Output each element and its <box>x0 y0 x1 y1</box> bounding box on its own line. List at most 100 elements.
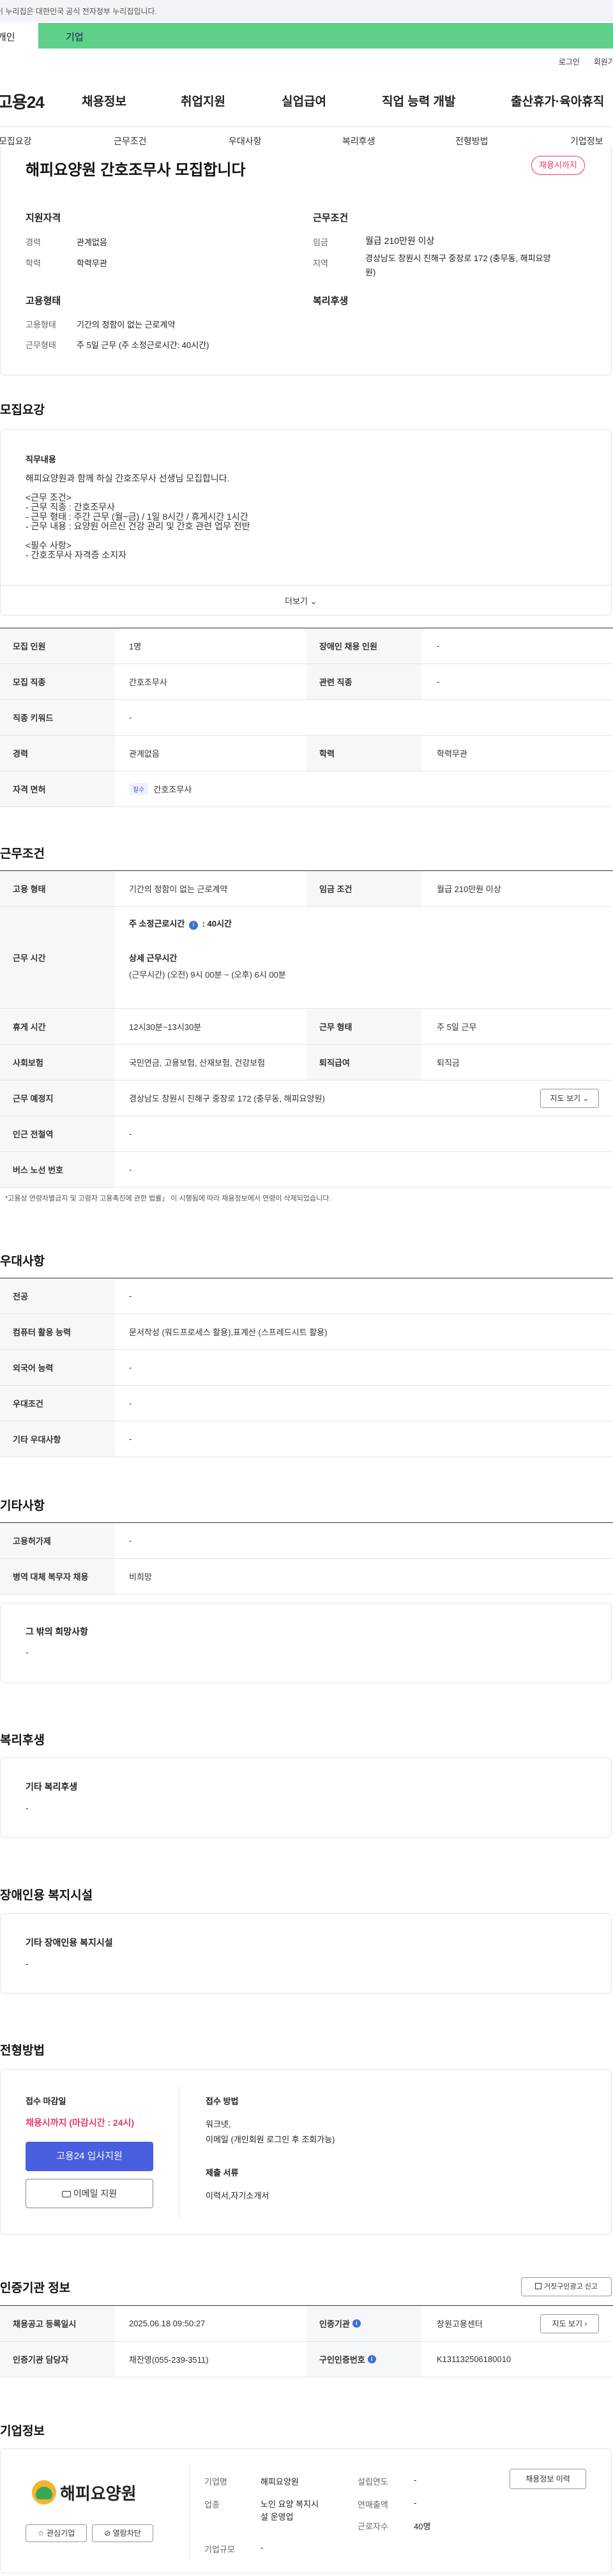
mail-icon <box>61 2191 71 2197</box>
company-founded-value: - <box>414 2475 417 2485</box>
cond-subway-value: - <box>129 1129 132 1139</box>
recruit-edu-value: 학력무관 <box>437 749 467 759</box>
wish-title: 그 밖의 희망사항 <box>26 1626 88 1637</box>
tab-personal[interactable]: 개인 <box>0 23 38 49</box>
anchor-selection[interactable]: 전형방법 <box>455 135 488 148</box>
prefer-major-value: - <box>129 1291 132 1301</box>
summary-career-label: 경력 <box>26 238 41 247</box>
gnb-item-unemployment-benefit[interactable]: 실업급여 <box>282 92 326 109</box>
table-row: 휴게 시간 12시30분~13시30분 근무 형태 주 5일 근무 <box>0 1009 613 1045</box>
deadline-title: 접수 마감일 <box>26 2096 66 2106</box>
anchor-recruit[interactable]: 모집요강 <box>0 135 32 148</box>
company-sales-label: 연매출액 <box>358 2500 388 2510</box>
cond-time-header: 근무 시간 <box>0 907 115 1008</box>
info-icon[interactable]: i <box>188 921 198 930</box>
gnb-item-parental-leave[interactable]: 출산휴가·육아휴직 <box>511 92 604 109</box>
info-icon[interactable]: i <box>352 2319 361 2328</box>
table-row: 전공 - <box>0 1278 613 1314</box>
prefer-etc-value: - <box>129 1434 132 1444</box>
anchor-welfare[interactable]: 복리후생 <box>342 135 375 148</box>
company-logo: 해피요양원 <box>32 2476 147 2508</box>
company-biz-label: 업종 <box>204 2500 220 2510</box>
agency-org-header: 인증기관 i <box>306 2306 421 2341</box>
summary-edu-label: 학력 <box>26 259 41 268</box>
false-ad-report-button[interactable]: 거짓구인광고 신고 <box>521 2277 612 2296</box>
agency-manager-value: 채잔영(055-239-3511) <box>129 2355 209 2365</box>
summary-area-value: 경상남도 창원시 진해구 중장로 172 (충무동, 해피요양 원) <box>365 254 551 277</box>
recruit-section-title: 모집요강 <box>0 404 45 417</box>
anchor-conditions[interactable]: 근무조건 <box>114 135 147 148</box>
recruit-job-value: 간호조무사 <box>129 678 167 687</box>
prefer-cond-value: - <box>129 1398 132 1408</box>
prefer-etc-header: 기타 우대사항 <box>0 1421 115 1457</box>
chevron-down-icon: ⌄ <box>582 1094 589 1103</box>
gnb-item-vocational-training[interactable]: 직업 능력 개발 <box>382 92 455 109</box>
table-row: 외국어 능력 - <box>0 1350 613 1386</box>
company-name-value: 해피요양원 <box>261 2477 299 2487</box>
wish-value: - <box>26 1648 29 1657</box>
table-row: 직종 키워드 - <box>0 700 613 736</box>
site-logo[interactable]: 고용24 <box>0 89 45 113</box>
email-apply-button[interactable]: 이메일 지원 <box>26 2179 153 2208</box>
age-discrimination-note: *고용상 연령차별금지 및 고령자 고용촉진에 관한 법률」 이 시행됨에 따라… <box>5 1195 331 1202</box>
summary-career-value: 관계없음 <box>77 238 107 247</box>
cond-wage-value: 월급 210만원 이상 <box>437 884 501 894</box>
map-view-button[interactable]: 지도 보기 ⌄ <box>540 1089 599 1108</box>
recruit-headcount-header: 모집 인원 <box>0 628 115 663</box>
table-row: 사회보험 국민연금, 고용보험, 산재보험, 건강보험 퇴직급여 퇴직금 <box>0 1045 613 1080</box>
cond-emp-header: 고용 형태 <box>0 871 115 906</box>
method-value-1: 워크넷, <box>206 2119 231 2129</box>
prefer-computer-value: 문서작성 (워드프로세스 활용),표계산 (스프레드시트 활용) <box>129 1328 328 1337</box>
table-row: 버스 노선 번호 - <box>0 1152 613 1188</box>
deadline-value: 채용시까지 (마감시간 : 24시) <box>26 2118 135 2128</box>
company-sales-value: - <box>414 2498 417 2508</box>
cond-bus-header: 버스 노선 번호 <box>0 1152 115 1187</box>
gnb-item-employment-support[interactable]: 취업지원 <box>181 92 225 109</box>
job-history-button[interactable]: 채용정보 이력 <box>510 2469 586 2489</box>
table-row: 근무 예정지 경상남도 창원시 진해구 중장로 172 (충무동, 해피요양원)… <box>0 1080 613 1116</box>
cond-subway-header: 인근 전철역 <box>0 1116 115 1151</box>
favorite-company-button[interactable]: ☆ 관심기업 <box>26 2524 87 2542</box>
summary-edu-value: 학력무관 <box>77 259 107 268</box>
gnb-item-jobs[interactable]: 채용정보 <box>82 92 126 109</box>
apply-button[interactable]: 고용24 입사지원 <box>26 2142 153 2171</box>
agency-cert-header: 구인인증번호 i <box>306 2342 421 2377</box>
company-section-title: 기업정보 <box>0 2425 45 2438</box>
cond-place-value: 경상남도 창원시 진해구 중장로 172 (충무동, 해피요양원) <box>129 1094 325 1103</box>
company-size-value: - <box>261 2543 264 2552</box>
recruit-license-value: 필수 간호조무사 <box>129 771 192 807</box>
cond-worktype-header: 근무 형태 <box>306 1009 421 1044</box>
company-staff-label: 근로자수 <box>358 2522 388 2531</box>
agency-map-button[interactable]: 지도 보기 › <box>540 2314 599 2333</box>
table-row: 모집 직종 간호조무사 관련 직종 - <box>0 664 613 700</box>
more-button[interactable]: 더보기 ⌄ <box>285 595 317 607</box>
summary-area-label: 지역 <box>313 259 328 268</box>
tab-corp[interactable]: 기업 <box>38 23 613 49</box>
anchor-prefer[interactable]: 우대사항 <box>229 135 262 148</box>
cond-rest-header: 휴게 시간 <box>0 1009 115 1044</box>
cond-retire-value: 퇴직금 <box>437 1058 460 1068</box>
etc-equip-value: - <box>129 1536 132 1545</box>
cond-time-main: 주 소정근로시간 i : 40시간 <box>129 919 232 930</box>
etc-equip-header: 고용허가제 <box>0 1523 115 1558</box>
recruit-keyword-value: - <box>129 713 132 722</box>
table-row: 채용공고 등록일시 2025.06.18 09:50:27 인증기관 i 창원고… <box>0 2306 613 2342</box>
job-title: 해피요양원 간호조무사 모집합니다 <box>26 162 246 179</box>
join-link[interactable]: 회원가입 <box>594 56 613 67</box>
deadline-badge: 채용시까지 <box>531 156 585 175</box>
summary-welfare-title: 복리후생 <box>313 296 349 307</box>
gov-notice-text: 이 누리집은 대한민국 공식 전자정부 누리집입니다. <box>0 7 157 16</box>
info-icon[interactable]: i <box>367 2355 376 2363</box>
welfare-section-title: 복리후생 <box>0 1734 45 1747</box>
disability-box-value: - <box>26 1959 29 1969</box>
recruit-career-header: 경력 <box>0 736 115 771</box>
anchor-company[interactable]: 기업정보 <box>570 135 603 148</box>
recruit-keyword-header: 직종 키워드 <box>0 700 115 735</box>
recruit-license-header: 자격 면허 <box>0 771 115 807</box>
block-view-button[interactable]: ⊘ 열람차단 <box>92 2524 153 2542</box>
recruit-related-header: 관련 직종 <box>306 664 421 699</box>
login-link[interactable]: 로그인 <box>559 56 580 67</box>
duty-description: 해피요양원과 함께 하실 간호조무사 선생님 모집합니다. <근무 조건> - … <box>26 473 250 560</box>
company-staff-value: 40명 <box>414 2522 431 2531</box>
global-nav: 고용24 채용정보 취업지원 실업급여 직업 능력 개발 출산휴가·육아휴직 <box>0 84 613 116</box>
